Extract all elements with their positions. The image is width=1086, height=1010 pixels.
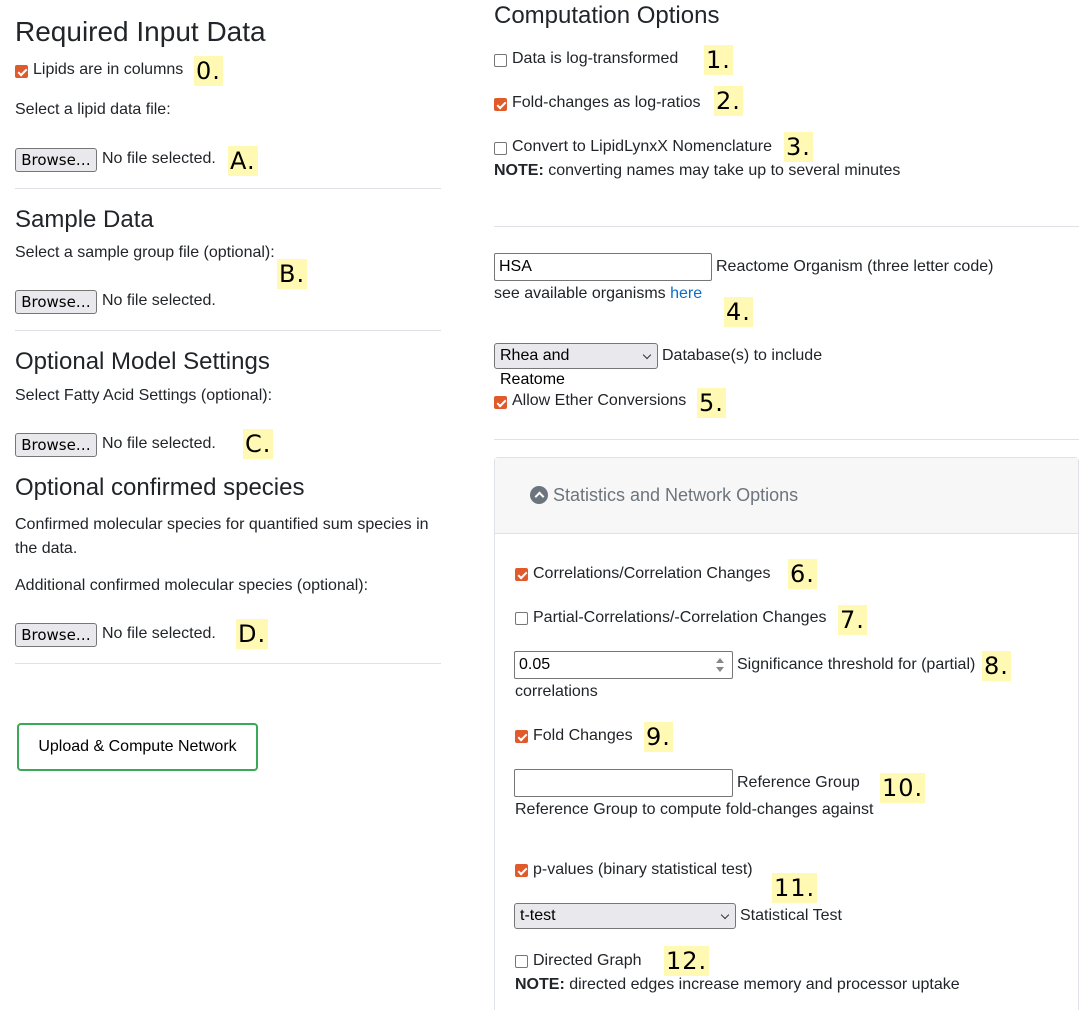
sample-file-browse-button[interactable]: Browse… [15,290,97,314]
confirmed-species-description: Confirmed molecular species for quantifi… [15,516,429,557]
marker-12: 12. [664,946,710,976]
lipids-in-columns-checkbox[interactable] [15,65,28,78]
directed-graph-checkbox[interactable] [515,955,528,968]
correlations-checkbox[interactable] [515,568,528,581]
organism-input[interactable]: HSA [494,253,712,281]
statistics-card-header[interactable]: Statistics and Network Options [495,458,1078,534]
lipid-file-browse-button[interactable]: Browse… [15,148,97,172]
marker-2: 2. [714,86,743,116]
note-directed-edges: NOTE: directed edges increase memory and… [515,976,960,993]
significance-threshold-label: Significance threshold for (partial) [737,656,976,673]
marker-8: 8. [982,651,1011,681]
partial-correlations-label: Partial-Correlations/-Correlation Change… [533,609,827,626]
significance-threshold-input[interactable]: 0.05 [514,651,733,679]
organisms-here-link[interactable]: here [670,285,702,302]
marker-6: 6. [788,559,817,589]
model-settings-title: Optional Model Settings [15,348,270,375]
allow-ether-checkbox[interactable] [494,396,507,409]
marker-1: 1. [704,45,733,75]
fold-changes-label: Fold Changes [533,727,633,744]
threshold-value: 0.05 [519,656,551,673]
statistics-header-label: Statistics and Network Options [553,485,799,505]
sample-file-status: No file selected. [102,292,216,309]
reference-group-help: Reference Group to compute fold-changes … [515,801,874,818]
required-input-title: Required Input Data [15,16,266,47]
upload-compute-button[interactable]: Upload & Compute Network [17,723,258,771]
select-fatty-acid-label: Select Fatty Acid Settings (optional): [15,387,273,404]
chevron-up-circle-icon [530,486,548,504]
allow-ether-label: Allow Ether Conversions [512,392,687,409]
divider [494,439,1079,440]
statistical-test-value: t-test [520,907,556,924]
database-select[interactable]: Rhea and Reatome [494,343,658,388]
divider [15,188,441,189]
marker-9: 9. [644,722,673,752]
reference-group-input[interactable] [514,769,733,797]
log-transformed-label: Data is log-transformed [512,50,679,67]
database-select-value: Rhea and Reatome [500,347,570,388]
log-transformed-checkbox[interactable] [494,54,507,67]
marker-7: 7. [838,605,867,635]
convert-lipidlynxx-label: Convert to LipidLynxX Nomenclature [512,138,772,155]
confirmed-species-select-label: Additional confirmed molecular species (… [15,577,369,594]
marker-10: 10. [880,773,926,803]
spinner-icon[interactable] [714,657,726,673]
convert-lipidlynxx-checkbox[interactable] [494,142,507,155]
select-lipid-file-label: Select a lipid data file: [15,101,171,118]
select-sample-file-label: Select a sample group file (optional): [15,244,275,261]
marker-c: C. [243,429,274,459]
marker-5: 5. [697,388,726,418]
marker-3: 3. [784,132,813,162]
statistical-test-label: Statistical Test [740,907,842,924]
see-organisms-text: see available organisms here [494,285,703,302]
chevron-down-icon [720,910,730,920]
marker-11: 11. [772,873,818,903]
reference-group-label: Reference Group [737,774,860,791]
marker-0: 0. [194,56,223,86]
marker-4: 4. [724,297,753,327]
marker-a: A. [228,146,258,176]
lipid-file-status: No file selected. [102,150,216,167]
correlations-label: Correlations/Correlation Changes [533,565,771,582]
fold-changes-log-label: Fold-changes as log-ratios [512,94,701,111]
lipids-in-columns-label: Lipids are in columns [33,61,184,78]
organism-label: Reactome Organism (three letter code) [716,258,994,275]
database-label: Database(s) to include [662,347,823,364]
divider [494,226,1079,227]
confirmed-species-browse-button[interactable]: Browse… [15,623,97,647]
sample-data-title: Sample Data [15,206,154,233]
confirmed-species-title: Optional confirmed species [15,474,305,501]
fatty-acid-browse-button[interactable]: Browse… [15,433,97,457]
directed-graph-label: Directed Graph [533,952,642,969]
marker-b: B. [277,259,308,289]
pvalues-label: p-values (binary statistical test) [533,861,753,878]
partial-correlations-checkbox[interactable] [515,612,528,625]
marker-d: D. [236,619,269,649]
statistical-test-select[interactable]: t-test [514,903,736,929]
divider [15,330,441,331]
significance-threshold-label-cont: correlations [515,683,598,700]
note-converting-names: NOTE: converting names may take up to se… [494,162,901,179]
chevron-down-icon [642,350,652,360]
confirmed-species-file-status: No file selected. [102,625,216,642]
fold-changes-checkbox[interactable] [515,730,528,743]
divider [15,663,441,664]
fatty-acid-file-status: No file selected. [102,435,216,452]
pvalues-checkbox[interactable] [515,864,528,877]
computation-options-title: Computation Options [494,2,720,29]
fold-changes-log-checkbox[interactable] [494,98,507,111]
